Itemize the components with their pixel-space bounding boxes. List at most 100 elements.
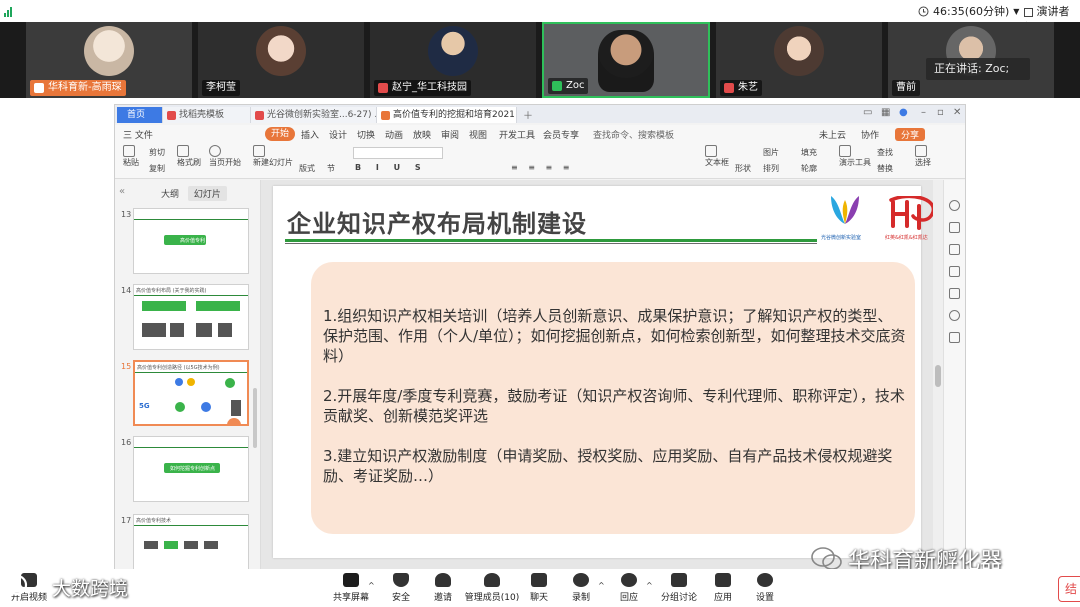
cloud-status[interactable]: 未上云 bbox=[819, 128, 846, 141]
cut-button[interactable]: 剪切 bbox=[149, 147, 165, 158]
meeting-timer[interactable]: 46:35(60分钟) ▼ bbox=[918, 3, 1019, 19]
tab-home[interactable]: 首页 bbox=[117, 107, 163, 123]
reaction-icon bbox=[621, 573, 637, 587]
slide-thumbnail[interactable]: 高价值专利技术 bbox=[133, 514, 249, 570]
end-meeting-button[interactable]: 结 bbox=[1058, 576, 1080, 602]
slide-title[interactable]: 企业知识产权布局机制建设 bbox=[287, 204, 587, 239]
tab-template[interactable]: 找稻壳模板 bbox=[163, 107, 251, 123]
star-icon[interactable] bbox=[949, 244, 960, 255]
menu-transition[interactable]: 切换 bbox=[357, 128, 375, 141]
paste-button[interactable]: 粘贴 bbox=[123, 145, 139, 168]
watermark-logo-icon bbox=[6, 574, 28, 596]
fill-button[interactable]: 填充 bbox=[801, 147, 817, 158]
scrollbar-thumb[interactable] bbox=[935, 365, 941, 387]
shape-button[interactable]: 形状 bbox=[735, 163, 751, 174]
settings-button[interactable]: 设置 bbox=[740, 573, 790, 603]
breakout-icon bbox=[671, 573, 687, 587]
content-box[interactable]: 1.组织知识产权相关培训（培养人员创新意识、成果保护意识；了解知识产权的类型、保… bbox=[311, 262, 915, 534]
outline-button[interactable]: 轮廓 bbox=[801, 163, 817, 174]
replace-button[interactable]: 替换 bbox=[877, 163, 893, 174]
collaborate-button[interactable]: 协作 bbox=[861, 128, 879, 141]
video-tile-active-speaker[interactable]: Zoc bbox=[542, 22, 710, 98]
slide-thumbnail-selected[interactable]: 高价值专利创造路径 (以5G技术为例) 5G bbox=[133, 360, 249, 426]
video-tile[interactable]: 华科育新-高雨琛 bbox=[26, 22, 192, 98]
search-command-input[interactable]: 查找命令、搜索模板 bbox=[593, 128, 674, 141]
shape-icon[interactable] bbox=[949, 288, 960, 299]
thumb-image bbox=[144, 541, 158, 549]
speaking-indicator: 正在讲话: Zoc; bbox=[926, 58, 1030, 80]
menu-start[interactable]: 开始 bbox=[265, 127, 296, 141]
restore-icon[interactable]: ▫ bbox=[937, 107, 944, 118]
menu-bar: 三 文件 开始 插入 设计 切换 动画 放映 审阅 视图 开发工具 会员专享 查… bbox=[115, 125, 965, 143]
avatar-icon[interactable]: ● bbox=[899, 107, 908, 118]
breakout-button[interactable]: 分组讨论 bbox=[654, 573, 704, 603]
thumb-block bbox=[142, 301, 186, 311]
video-tile[interactable]: 赵宁_华工科技园 bbox=[370, 22, 536, 98]
reaction-options-caret[interactable]: ^ bbox=[646, 581, 653, 590]
video-tile[interactable]: 李柯莹 bbox=[198, 22, 364, 98]
manage-members-button[interactable]: 管理成员(10) bbox=[464, 573, 520, 603]
format-painter-button[interactable]: 格式刷 bbox=[177, 145, 201, 168]
image-icon[interactable] bbox=[949, 266, 960, 277]
menu-insert[interactable]: 插入 bbox=[301, 128, 319, 141]
find-button[interactable]: 查找 bbox=[877, 147, 893, 158]
lab-logo-caption: 光谷微创新实验室 bbox=[821, 235, 862, 241]
adjust-icon[interactable] bbox=[949, 222, 960, 233]
copy-button[interactable]: 复制 bbox=[149, 163, 165, 174]
menu-developer[interactable]: 开发工具 bbox=[499, 128, 535, 141]
book-icon[interactable] bbox=[949, 332, 960, 343]
tab-slides[interactable]: 幻灯片 bbox=[187, 186, 227, 201]
slide-scrollbar[interactable] bbox=[933, 180, 943, 570]
menu-animation[interactable]: 动画 bbox=[385, 128, 403, 141]
slide-thumbnail[interactable]: 高价值专利 bbox=[133, 208, 249, 274]
avatar bbox=[84, 26, 134, 76]
location-icon[interactable] bbox=[949, 310, 960, 321]
picture-button[interactable]: 图片 bbox=[763, 147, 779, 158]
menu-file[interactable]: 三 文件 bbox=[123, 128, 153, 141]
layout-icon[interactable]: ▭ bbox=[863, 107, 872, 118]
invite-button[interactable]: 邀请 bbox=[418, 573, 468, 603]
current-slide[interactable]: 企业知识产权布局机制建设 光谷微创新实验室 红英&红凯&红凯达 1.组织知识产权… bbox=[273, 186, 935, 558]
layout-button[interactable]: 版式 bbox=[299, 163, 315, 174]
paragraph-format-bar[interactable]: ≡ ≡ ≡ ≡ bbox=[511, 163, 573, 172]
chevron-down-icon[interactable]: ▼ bbox=[1013, 7, 1019, 16]
share-button[interactable]: 分享 bbox=[895, 128, 926, 141]
slide-thumbnail[interactable]: 如何挖掘专利创新点 bbox=[133, 436, 249, 502]
thumbnail-scrollbar[interactable] bbox=[253, 388, 257, 448]
tab-pdf[interactable]: 光谷微创新实验室...6-27) .pdf bbox=[251, 107, 377, 123]
ribbon-toolbar: 粘贴 剪切 复制 格式刷 当页开始 新建幻灯片 版式 节 B I U S ≡ ≡… bbox=[115, 143, 965, 179]
collapse-panel-icon[interactable]: « bbox=[119, 186, 125, 197]
slide-thumbnail[interactable]: 高价值专利布局 (关于我的实践) bbox=[133, 284, 249, 350]
settings-icon[interactable] bbox=[949, 200, 960, 211]
minimize-icon[interactable]: – bbox=[921, 107, 926, 118]
grid-icon[interactable]: ▦ bbox=[881, 107, 890, 118]
template-icon bbox=[167, 111, 176, 120]
mic-muted-icon bbox=[378, 83, 388, 93]
share-options-caret[interactable]: ^ bbox=[368, 581, 375, 590]
section-button[interactable]: 节 bbox=[327, 163, 335, 174]
members-icon bbox=[484, 573, 500, 587]
presentation-tools-button[interactable]: 演示工具 bbox=[839, 145, 871, 168]
video-tile[interactable]: 朱艺 bbox=[716, 22, 882, 98]
menu-review[interactable]: 审阅 bbox=[441, 128, 459, 141]
select-button[interactable]: 选择 bbox=[915, 145, 931, 168]
thumb-image bbox=[204, 541, 218, 549]
menu-view[interactable]: 视图 bbox=[469, 128, 487, 141]
arrange-button[interactable]: 排列 bbox=[763, 163, 779, 174]
mic-active-icon bbox=[552, 81, 562, 91]
menu-slideshow[interactable]: 放映 bbox=[413, 128, 431, 141]
tab-presentation[interactable]: 高价值专利的挖掘和培育2021 bbox=[377, 107, 517, 123]
paste-icon bbox=[123, 145, 135, 157]
font-select[interactable] bbox=[353, 147, 443, 159]
new-slide-button[interactable]: 新建幻灯片 bbox=[253, 145, 293, 168]
lab-logo-icon bbox=[831, 196, 859, 224]
add-tab-icon[interactable]: ＋ bbox=[523, 107, 533, 122]
close-icon[interactable]: ✕ bbox=[953, 107, 961, 118]
tab-outline[interactable]: 大纲 bbox=[155, 186, 185, 201]
menu-design[interactable]: 设计 bbox=[329, 128, 347, 141]
start-from-current-button[interactable]: 当页开始 bbox=[209, 145, 241, 168]
font-format-bar[interactable]: B I U S bbox=[355, 163, 427, 172]
textbox-button[interactable]: 文本框 bbox=[705, 145, 729, 168]
mic-muted-icon bbox=[724, 83, 734, 93]
menu-member[interactable]: 会员专享 bbox=[543, 128, 579, 141]
